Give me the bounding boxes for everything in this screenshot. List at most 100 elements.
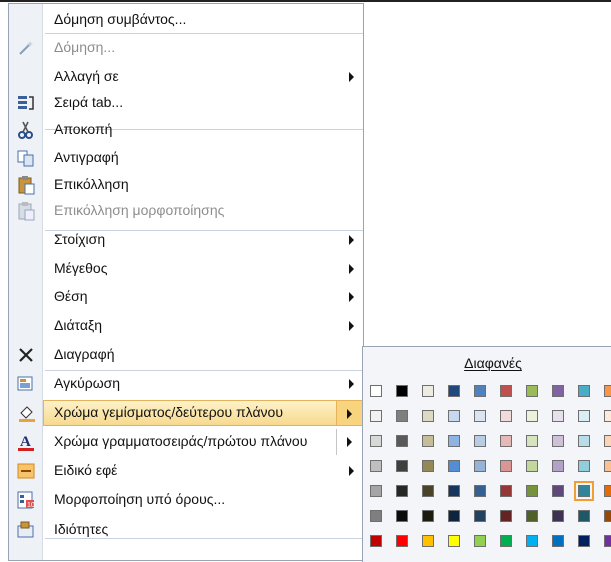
color-swatch[interactable] (552, 510, 564, 522)
color-swatch[interactable] (500, 385, 512, 397)
color-swatch[interactable] (500, 435, 512, 447)
color-swatch[interactable] (474, 385, 486, 397)
color-swatch[interactable] (552, 535, 564, 547)
color-swatch[interactable] (474, 435, 486, 447)
paste-icon (16, 175, 36, 195)
color-swatch[interactable] (604, 385, 611, 397)
menu-item[interactable]: 10 Μορφοποίηση υπό όρους... (9, 487, 363, 513)
color-swatch[interactable] (422, 485, 434, 497)
color-swatch[interactable] (422, 385, 434, 397)
color-swatch[interactable] (604, 510, 611, 522)
color-swatch[interactable] (448, 460, 460, 472)
color-swatch[interactable] (448, 535, 460, 547)
menu-item[interactable]: A Χρώμα γραμματοσειράς/πρώτου πλάνου (9, 429, 363, 455)
color-swatch[interactable] (422, 410, 434, 422)
color-swatch[interactable] (370, 385, 382, 397)
color-swatch[interactable] (526, 460, 538, 472)
menu-item[interactable]: Μέγεθος (9, 256, 363, 282)
color-swatch[interactable] (578, 385, 590, 397)
color-swatch[interactable] (396, 385, 408, 397)
color-swatch[interactable] (370, 435, 382, 447)
color-swatch[interactable] (370, 485, 382, 497)
color-swatch[interactable] (396, 510, 408, 522)
color-swatch[interactable] (526, 510, 538, 522)
color-swatch[interactable] (604, 435, 611, 447)
color-swatch[interactable] (448, 510, 460, 522)
color-swatch[interactable] (422, 535, 434, 547)
color-swatch[interactable] (500, 460, 512, 472)
color-swatch[interactable] (474, 535, 486, 547)
menu-item[interactable]: Δόμηση συμβάντος... (9, 7, 363, 33)
color-swatch[interactable] (370, 410, 382, 422)
menu-item[interactable]: Αγκύρωση (9, 371, 363, 397)
submenu-arrow-icon (349, 264, 354, 274)
color-swatch[interactable] (474, 460, 486, 472)
menu-item-label: Επικόλληση (54, 176, 129, 192)
anchor-icon (16, 374, 36, 394)
color-swatch[interactable] (474, 485, 486, 497)
color-swatch[interactable] (578, 435, 590, 447)
submenu-split-button[interactable] (336, 400, 363, 426)
transparent-option[interactable]: Διαφανές (363, 355, 611, 371)
color-swatch[interactable] (604, 410, 611, 422)
tab-order-icon (16, 93, 36, 113)
color-swatch[interactable] (500, 485, 512, 497)
color-swatch[interactable] (396, 535, 408, 547)
color-swatch[interactable] (422, 510, 434, 522)
color-swatch[interactable] (526, 435, 538, 447)
color-swatch[interactable] (474, 410, 486, 422)
color-swatch[interactable] (552, 385, 564, 397)
color-swatch[interactable] (422, 435, 434, 447)
color-swatch[interactable] (500, 535, 512, 547)
menu-item[interactable]: Αντιγραφή (9, 145, 363, 171)
color-swatch[interactable] (578, 460, 590, 472)
color-swatch[interactable] (578, 410, 590, 422)
color-swatch[interactable] (448, 385, 460, 397)
color-swatch[interactable] (448, 485, 460, 497)
menu-item[interactable]: Αλλαγή σε (9, 64, 363, 90)
menu-item[interactable]: Θέση (9, 284, 363, 310)
color-swatch[interactable] (370, 535, 382, 547)
color-swatch[interactable] (370, 510, 382, 522)
color-swatch[interactable] (526, 410, 538, 422)
scissors-icon (16, 120, 36, 140)
color-swatch[interactable] (370, 460, 382, 472)
menu-item[interactable]: Σειρά tab... (9, 90, 363, 116)
color-swatch[interactable] (396, 410, 408, 422)
menu-item[interactable]: Στοίχιση (9, 227, 363, 253)
color-swatch[interactable] (552, 460, 564, 472)
menu-item-label: Διαγραφή (54, 346, 115, 362)
menu-item[interactable]: Διαγραφή (9, 342, 363, 368)
svg-text:A: A (20, 434, 31, 450)
special-effect-icon (16, 461, 36, 481)
color-swatch[interactable] (396, 460, 408, 472)
color-swatch[interactable] (500, 510, 512, 522)
menu-item[interactable]: Ιδιότητες (9, 517, 363, 543)
color-swatch[interactable] (526, 535, 538, 547)
menu-item[interactable]: Χρώμα γεμίσματος/δεύτερου πλάνου (19, 400, 365, 426)
color-swatch[interactable] (526, 385, 538, 397)
color-swatch[interactable] (448, 435, 460, 447)
color-swatch[interactable] (422, 460, 434, 472)
menu-item[interactable]: Ειδικό εφέ (9, 458, 363, 484)
color-swatch[interactable] (552, 485, 564, 497)
color-swatch[interactable] (578, 510, 590, 522)
color-swatch[interactable] (604, 460, 611, 472)
color-swatch[interactable] (396, 435, 408, 447)
color-swatch[interactable] (500, 410, 512, 422)
color-swatch[interactable] (396, 485, 408, 497)
menu-item[interactable]: Αποκοπή (9, 117, 363, 143)
menu-item: Δόμηση... (9, 35, 363, 61)
color-swatch[interactable] (526, 485, 538, 497)
color-swatch[interactable] (474, 510, 486, 522)
color-swatch[interactable] (578, 535, 590, 547)
menu-item[interactable]: Διάταξη (9, 313, 363, 339)
color-swatch[interactable] (574, 481, 594, 501)
color-swatch[interactable] (604, 485, 611, 497)
menu-item[interactable]: Επικόλληση (9, 172, 363, 198)
submenu-split-button[interactable] (336, 429, 363, 455)
color-swatch[interactable] (552, 410, 564, 422)
color-swatch[interactable] (604, 535, 611, 547)
color-swatch[interactable] (552, 435, 564, 447)
color-swatch[interactable] (448, 410, 460, 422)
